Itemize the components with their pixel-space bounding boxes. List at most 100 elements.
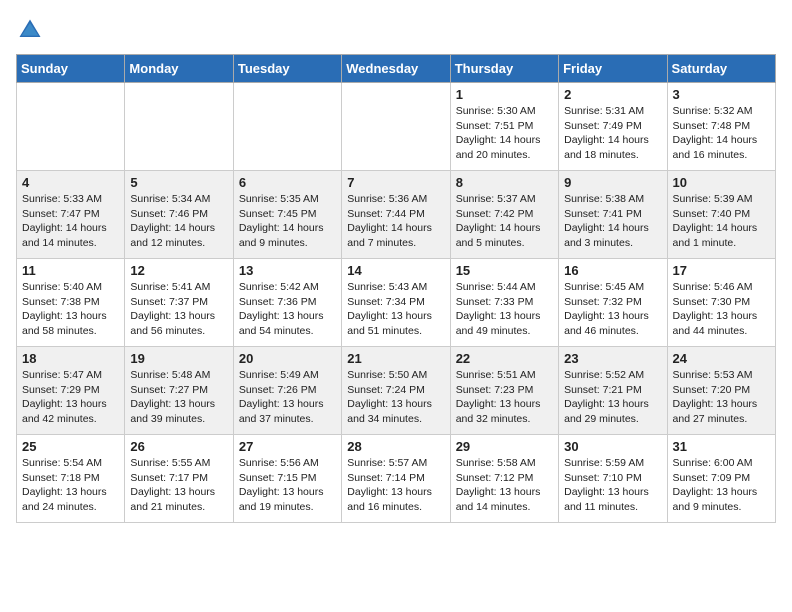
day-number-26: 26 — [130, 439, 227, 454]
day-info-24: Sunrise: 5:53 AM Sunset: 7:20 PM Dayligh… — [673, 368, 770, 427]
calendar-cell-w4-d7: 24 Sunrise: 5:53 AM Sunset: 7:20 PM Dayli… — [667, 347, 775, 435]
calendar-cell-w4-d2: 19 Sunrise: 5:48 AM Sunset: 7:27 PM Dayli… — [125, 347, 233, 435]
day-number-14: 14 — [347, 263, 444, 278]
week-row-2: 4 Sunrise: 5:33 AM Sunset: 7:47 PM Daylig… — [17, 171, 776, 259]
day-number-4: 4 — [22, 175, 119, 190]
calendar-cell-w3-d6: 16 Sunrise: 5:45 AM Sunset: 7:32 PM Dayli… — [559, 259, 667, 347]
calendar-cell-w2-d1: 4 Sunrise: 5:33 AM Sunset: 7:47 PM Daylig… — [17, 171, 125, 259]
day-info-11: Sunrise: 5:40 AM Sunset: 7:38 PM Dayligh… — [22, 280, 119, 339]
day-info-27: Sunrise: 5:56 AM Sunset: 7:15 PM Dayligh… — [239, 456, 336, 515]
day-number-19: 19 — [130, 351, 227, 366]
day-info-25: Sunrise: 5:54 AM Sunset: 7:18 PM Dayligh… — [22, 456, 119, 515]
day-number-16: 16 — [564, 263, 661, 278]
week-row-4: 18 Sunrise: 5:47 AM Sunset: 7:29 PM Dayli… — [17, 347, 776, 435]
day-number-3: 3 — [673, 87, 770, 102]
weekday-header-monday: Monday — [125, 55, 233, 83]
calendar-cell-w3-d2: 12Sunrise: 5:41 AM Sunset: 7:37 PM Dayli… — [125, 259, 233, 347]
day-info-4: Sunrise: 5:33 AM Sunset: 7:47 PM Dayligh… — [22, 192, 119, 251]
calendar-cell-w1-d3 — [233, 83, 341, 171]
day-info-19: Sunrise: 5:48 AM Sunset: 7:27 PM Dayligh… — [130, 368, 227, 427]
day-info-20: Sunrise: 5:49 AM Sunset: 7:26 PM Dayligh… — [239, 368, 336, 427]
day-info-15: Sunrise: 5:44 AM Sunset: 7:33 PM Dayligh… — [456, 280, 553, 339]
calendar-cell-w2-d3: 6Sunrise: 5:35 AM Sunset: 7:45 PM Daylig… — [233, 171, 341, 259]
logo-icon — [16, 16, 44, 44]
day-number-23: 23 — [564, 351, 661, 366]
calendar-cell-w5-d3: 27 Sunrise: 5:56 AM Sunset: 7:15 PM Dayli… — [233, 435, 341, 523]
calendar-cell-w1-d7: 3 Sunrise: 5:32 AM Sunset: 7:48 PM Daylig… — [667, 83, 775, 171]
day-number-20: 20 — [239, 351, 336, 366]
day-info-17: Sunrise: 5:46 AM Sunset: 7:30 PM Dayligh… — [673, 280, 770, 339]
day-info-10: Sunrise: 5:39 AM Sunset: 7:40 PM Dayligh… — [673, 192, 770, 251]
day-info-23: Sunrise: 5:52 AM Sunset: 7:21 PM Dayligh… — [564, 368, 661, 427]
calendar-table: SundayMondayTuesdayWednesdayThursdayFrid… — [16, 54, 776, 523]
weekday-header-sunday: Sunday — [17, 55, 125, 83]
calendar-cell-w4-d4: 21Sunrise: 5:50 AM Sunset: 7:24 PM Dayli… — [342, 347, 450, 435]
day-info-29: Sunrise: 5:58 AM Sunset: 7:12 PM Dayligh… — [456, 456, 553, 515]
day-info-1: Sunrise: 5:30 AM Sunset: 7:51 PM Dayligh… — [456, 104, 553, 163]
day-number-1: 1 — [456, 87, 553, 102]
calendar-cell-w1-d5: 1 Sunrise: 5:30 AM Sunset: 7:51 PM Daylig… — [450, 83, 558, 171]
calendar-cell-w1-d2 — [125, 83, 233, 171]
calendar-cell-w2-d4: 7 Sunrise: 5:36 AM Sunset: 7:44 PM Daylig… — [342, 171, 450, 259]
day-info-28: Sunrise: 5:57 AM Sunset: 7:14 PM Dayligh… — [347, 456, 444, 515]
day-info-12: Sunrise: 5:41 AM Sunset: 7:37 PM Dayligh… — [130, 280, 227, 339]
week-row-5: 25 Sunrise: 5:54 AM Sunset: 7:18 PM Dayli… — [17, 435, 776, 523]
day-info-18: Sunrise: 5:47 AM Sunset: 7:29 PM Dayligh… — [22, 368, 119, 427]
day-number-18: 18 — [22, 351, 119, 366]
calendar-cell-w2-d7: 10 Sunrise: 5:39 AM Sunset: 7:40 PM Dayli… — [667, 171, 775, 259]
day-info-13: Sunrise: 5:42 AM Sunset: 7:36 PM Dayligh… — [239, 280, 336, 339]
day-number-24: 24 — [673, 351, 770, 366]
day-number-30: 30 — [564, 439, 661, 454]
calendar-cell-w3-d1: 11 Sunrise: 5:40 AM Sunset: 7:38 PM Dayli… — [17, 259, 125, 347]
weekday-header-row: SundayMondayTuesdayWednesdayThursdayFrid… — [17, 55, 776, 83]
day-info-6: Sunrise: 5:35 AM Sunset: 7:45 PM Dayligh… — [239, 192, 336, 251]
day-number-29: 29 — [456, 439, 553, 454]
calendar-cell-w5-d1: 25 Sunrise: 5:54 AM Sunset: 7:18 PM Dayli… — [17, 435, 125, 523]
logo — [16, 16, 48, 44]
day-info-3: Sunrise: 5:32 AM Sunset: 7:48 PM Dayligh… — [673, 104, 770, 163]
weekday-header-friday: Friday — [559, 55, 667, 83]
calendar-cell-w1-d4 — [342, 83, 450, 171]
calendar-cell-w2-d2: 5 Sunrise: 5:34 AM Sunset: 7:46 PM Daylig… — [125, 171, 233, 259]
day-number-9: 9 — [564, 175, 661, 190]
day-number-22: 22 — [456, 351, 553, 366]
week-row-3: 11 Sunrise: 5:40 AM Sunset: 7:38 PM Dayli… — [17, 259, 776, 347]
day-info-16: Sunrise: 5:45 AM Sunset: 7:32 PM Dayligh… — [564, 280, 661, 339]
day-number-10: 10 — [673, 175, 770, 190]
day-number-7: 7 — [347, 175, 444, 190]
weekday-header-saturday: Saturday — [667, 55, 775, 83]
calendar-cell-w3-d5: 15 Sunrise: 5:44 AM Sunset: 7:33 PM Dayli… — [450, 259, 558, 347]
calendar-cell-w5-d2: 26 Sunrise: 5:55 AM Sunset: 7:17 PM Dayli… — [125, 435, 233, 523]
calendar-cell-w1-d1 — [17, 83, 125, 171]
day-number-11: 11 — [22, 263, 119, 278]
day-number-21: 21 — [347, 351, 444, 366]
calendar-cell-w3-d7: 17 Sunrise: 5:46 AM Sunset: 7:30 PM Dayli… — [667, 259, 775, 347]
calendar-cell-w3-d3: 13Sunrise: 5:42 AM Sunset: 7:36 PM Dayli… — [233, 259, 341, 347]
day-number-28: 28 — [347, 439, 444, 454]
day-number-5: 5 — [130, 175, 227, 190]
day-number-25: 25 — [22, 439, 119, 454]
day-info-14: Sunrise: 5:43 AM Sunset: 7:34 PM Dayligh… — [347, 280, 444, 339]
day-number-2: 2 — [564, 87, 661, 102]
week-row-1: 1 Sunrise: 5:30 AM Sunset: 7:51 PM Daylig… — [17, 83, 776, 171]
day-number-31: 31 — [673, 439, 770, 454]
calendar-cell-w1-d6: 2 Sunrise: 5:31 AM Sunset: 7:49 PM Daylig… — [559, 83, 667, 171]
day-info-9: Sunrise: 5:38 AM Sunset: 7:41 PM Dayligh… — [564, 192, 661, 251]
day-info-7: Sunrise: 5:36 AM Sunset: 7:44 PM Dayligh… — [347, 192, 444, 251]
calendar-cell-w4-d3: 20 Sunrise: 5:49 AM Sunset: 7:26 PM Dayli… — [233, 347, 341, 435]
day-number-27: 27 — [239, 439, 336, 454]
calendar-cell-w4-d5: 22 Sunrise: 5:51 AM Sunset: 7:23 PM Dayli… — [450, 347, 558, 435]
calendar-cell-w2-d5: 8Sunrise: 5:37 AM Sunset: 7:42 PM Daylig… — [450, 171, 558, 259]
day-info-22: Sunrise: 5:51 AM Sunset: 7:23 PM Dayligh… — [456, 368, 553, 427]
day-info-5: Sunrise: 5:34 AM Sunset: 7:46 PM Dayligh… — [130, 192, 227, 251]
day-number-8: 8 — [456, 175, 553, 190]
weekday-header-wednesday: Wednesday — [342, 55, 450, 83]
calendar-cell-w2-d6: 9 Sunrise: 5:38 AM Sunset: 7:41 PM Daylig… — [559, 171, 667, 259]
weekday-header-thursday: Thursday — [450, 55, 558, 83]
day-info-31: Sunrise: 6:00 AM Sunset: 7:09 PM Dayligh… — [673, 456, 770, 515]
day-number-15: 15 — [456, 263, 553, 278]
day-info-2: Sunrise: 5:31 AM Sunset: 7:49 PM Dayligh… — [564, 104, 661, 163]
day-number-17: 17 — [673, 263, 770, 278]
calendar-cell-w4-d6: 23 Sunrise: 5:52 AM Sunset: 7:21 PM Dayli… — [559, 347, 667, 435]
day-info-26: Sunrise: 5:55 AM Sunset: 7:17 PM Dayligh… — [130, 456, 227, 515]
